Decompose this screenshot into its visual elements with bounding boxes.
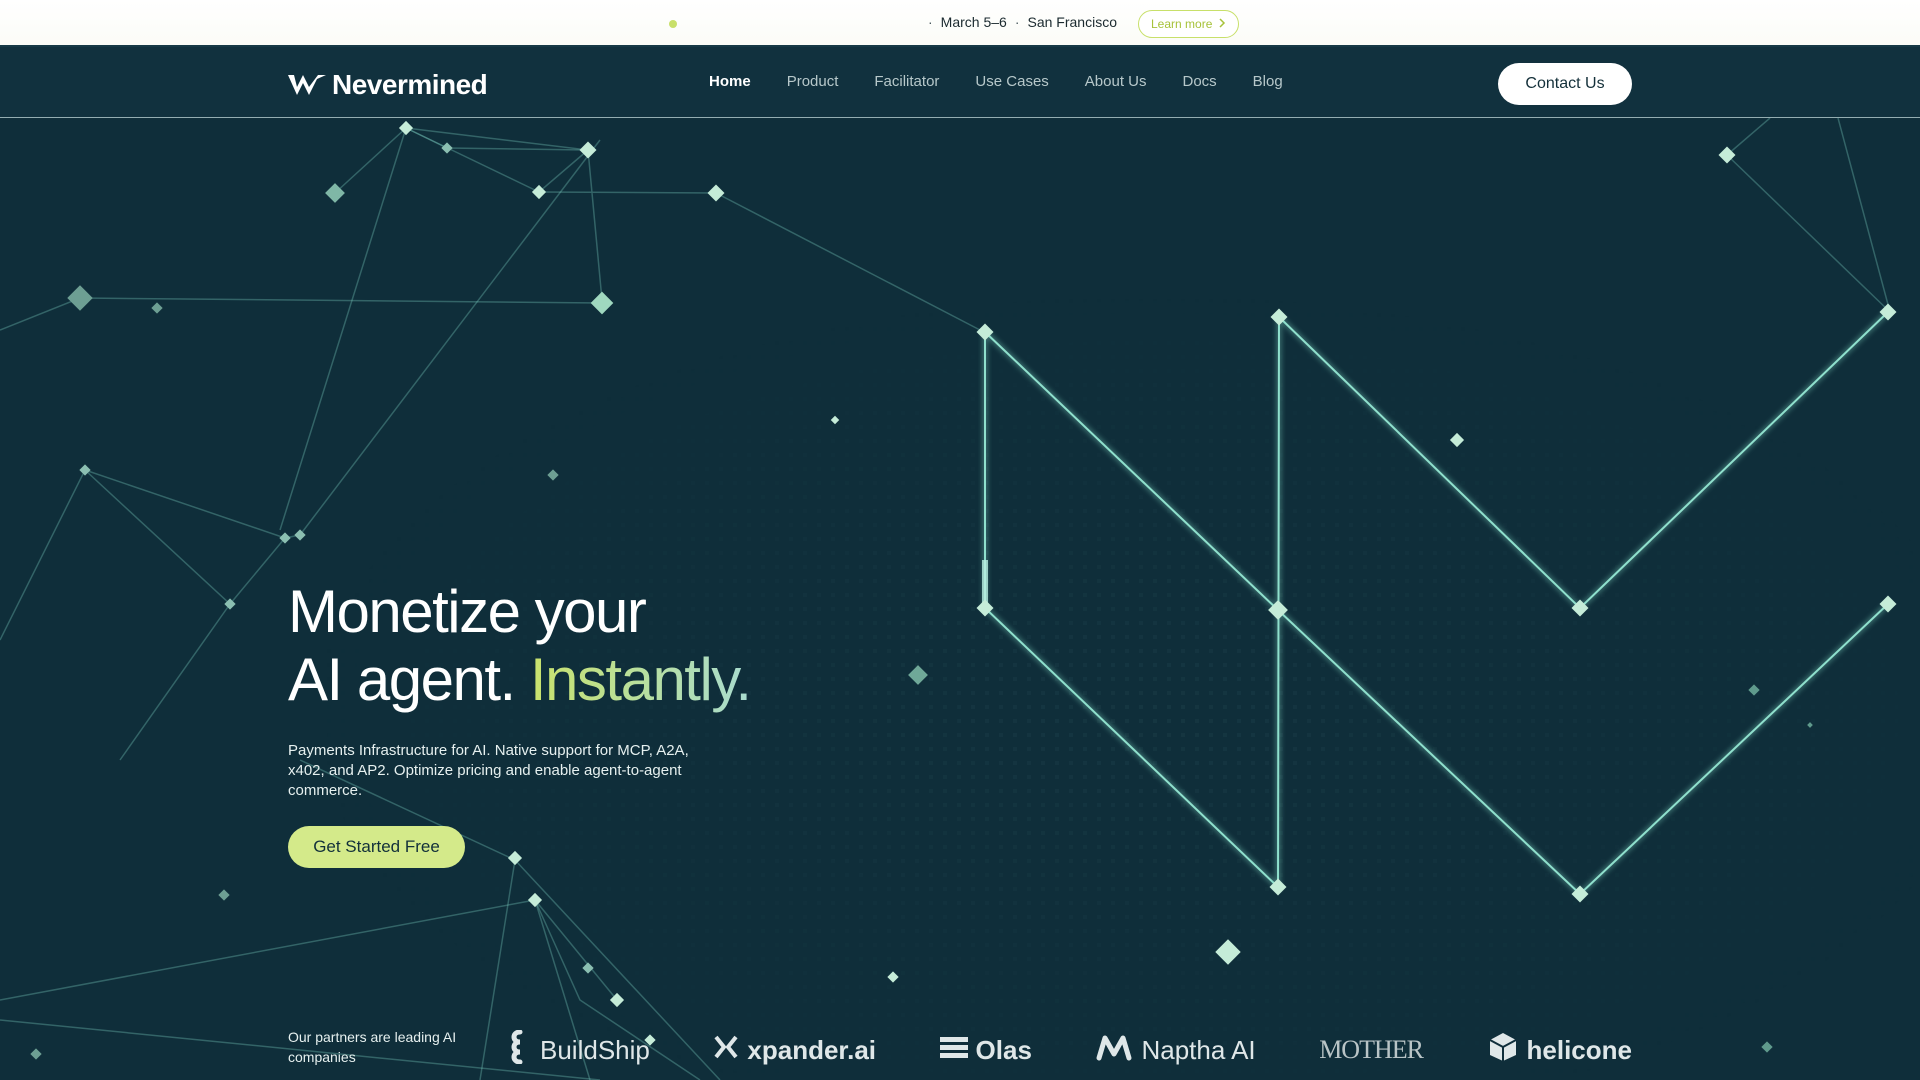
olas-icon [939, 1035, 968, 1066]
partner-buildship[interactable]: BuildShip [508, 1029, 650, 1071]
partner-name: Naptha AI [1141, 1034, 1256, 1065]
naptha-icon [1095, 1032, 1133, 1069]
partner-name: helicone [1526, 1034, 1632, 1065]
event-prefix: · [928, 14, 933, 30]
brand-name: Nevermined [332, 69, 488, 100]
nav-home[interactable]: Home [709, 73, 751, 90]
brand-logo[interactable]: Nevermined [288, 69, 488, 101]
nav-product[interactable]: Product [787, 73, 839, 90]
status-dot [669, 20, 677, 28]
nav-facilitator[interactable]: Facilitator [874, 73, 939, 90]
site-header: Nevermined Home Product Facilitator Use … [0, 47, 1920, 118]
event-info: · March 5–6 · San Francisco [928, 14, 1117, 30]
partner-helicone[interactable]: helicone [1487, 1031, 1632, 1070]
hero-title-accent: Instantly. [529, 646, 752, 713]
announcement-bar: · March 5–6 · San Francisco Learn more [0, 0, 1920, 47]
contact-us-button[interactable]: Contact Us [1498, 63, 1632, 105]
learn-more-button[interactable]: Learn more [1138, 10, 1240, 38]
nevermined-logo-icon [288, 73, 326, 97]
chevron-right-icon [1218, 17, 1226, 31]
event-location: San Francisco [1027, 14, 1117, 30]
nav-docs[interactable]: Docs [1182, 73, 1216, 90]
partner-naptha[interactable]: Naptha AI [1095, 1032, 1256, 1069]
partner-xpander[interactable]: xpander.ai [713, 1034, 876, 1067]
partner-olas[interactable]: Olas [939, 1034, 1032, 1066]
hero-title-line1: Monetize your [288, 578, 647, 645]
hero-title-line2: AI agent. [288, 646, 516, 713]
partner-mother[interactable]: MOTHER [1319, 1035, 1424, 1065]
partners-label: Our partners are leading AI companies [288, 1029, 457, 1065]
partner-logos: BuildShip xpander.ai Olas Naptha AI MOTH… [508, 1029, 1632, 1071]
partner-name: MOTHER [1319, 1035, 1424, 1064]
hero-subtitle: Payments Infrastructure for AI. Native s… [288, 742, 689, 799]
xpander-icon [713, 1034, 739, 1067]
get-started-button[interactable]: Get Started Free [288, 826, 465, 868]
nav-use-cases[interactable]: Use Cases [975, 73, 1048, 90]
partner-name: Olas [975, 1034, 1032, 1065]
partner-name: xpander.ai [747, 1034, 877, 1065]
event-separator: · [1014, 14, 1020, 30]
partner-name: BuildShip [540, 1034, 650, 1065]
helicone-icon [1487, 1031, 1519, 1070]
main-nav: Home Product Facilitator Use Cases About… [709, 73, 1283, 90]
hero-title: Monetize your AI agent. Instantly. [288, 578, 752, 714]
event-dates: March 5–6 [940, 14, 1007, 30]
learn-more-label: Learn more [1151, 17, 1213, 31]
nav-about-us[interactable]: About Us [1085, 73, 1147, 90]
nav-blog[interactable]: Blog [1253, 73, 1283, 90]
buildship-icon [508, 1029, 532, 1071]
